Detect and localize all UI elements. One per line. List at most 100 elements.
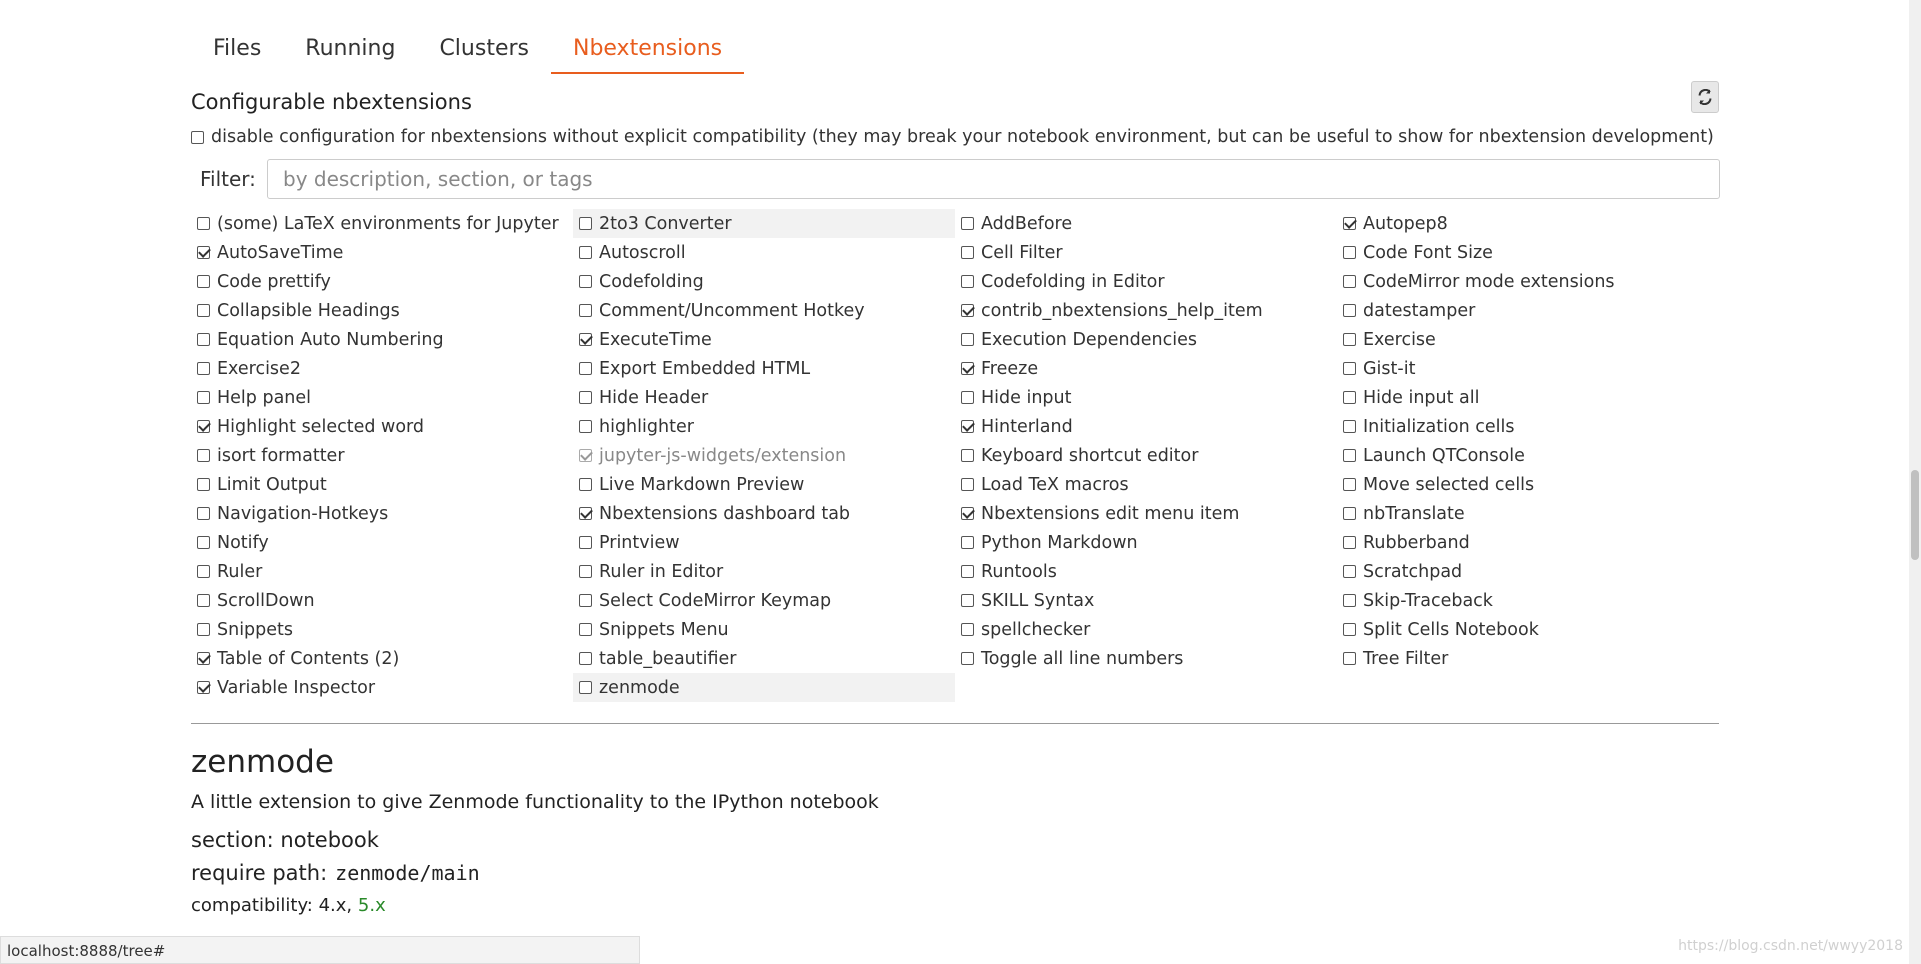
extension-label[interactable]: Freeze bbox=[981, 359, 1038, 379]
extension-item[interactable]: nbTranslate bbox=[1337, 499, 1721, 528]
extension-checkbox[interactable] bbox=[961, 623, 974, 636]
extension-checkbox[interactable] bbox=[197, 391, 210, 404]
extension-checkbox[interactable] bbox=[579, 217, 592, 230]
tab-files[interactable]: Files bbox=[191, 30, 283, 74]
extension-label[interactable]: Toggle all line numbers bbox=[981, 649, 1183, 669]
extension-label[interactable]: Rubberband bbox=[1363, 533, 1470, 553]
extension-label[interactable]: AutoSaveTime bbox=[217, 243, 343, 263]
extension-checkbox[interactable] bbox=[197, 304, 210, 317]
extension-checkbox[interactable] bbox=[197, 681, 210, 694]
extension-checkbox[interactable] bbox=[197, 507, 210, 520]
extension-checkbox[interactable] bbox=[197, 333, 210, 346]
extension-checkbox[interactable] bbox=[1343, 623, 1356, 636]
extension-checkbox[interactable] bbox=[579, 478, 592, 491]
extension-checkbox[interactable] bbox=[1343, 478, 1356, 491]
extension-label[interactable]: Ruler bbox=[217, 562, 262, 582]
extension-label[interactable]: SKILL Syntax bbox=[981, 591, 1094, 611]
extension-item[interactable]: table_beautifier bbox=[573, 644, 955, 673]
extension-item[interactable]: Python Markdown bbox=[955, 528, 1337, 557]
extension-item[interactable]: AutoSaveTime bbox=[191, 238, 573, 267]
extension-label[interactable]: Snippets Menu bbox=[599, 620, 729, 640]
extension-label[interactable]: Execution Dependencies bbox=[981, 330, 1197, 350]
tab-running[interactable]: Running bbox=[283, 30, 417, 74]
extension-checkbox[interactable] bbox=[579, 304, 592, 317]
extension-item[interactable]: Rubberband bbox=[1337, 528, 1721, 557]
extension-checkbox[interactable] bbox=[961, 275, 974, 288]
extension-checkbox[interactable] bbox=[1343, 304, 1356, 317]
extension-label[interactable]: Hide input bbox=[981, 388, 1071, 408]
extension-label[interactable]: Select CodeMirror Keymap bbox=[599, 591, 831, 611]
extension-item[interactable]: ScrollDown bbox=[191, 586, 573, 615]
extension-label[interactable]: Equation Auto Numbering bbox=[217, 330, 444, 350]
extension-item[interactable]: Hide input bbox=[955, 383, 1337, 412]
extension-checkbox[interactable] bbox=[1343, 652, 1356, 665]
extension-item[interactable]: contrib_nbextensions_help_item bbox=[955, 296, 1337, 325]
extension-checkbox[interactable] bbox=[197, 449, 210, 462]
extension-label[interactable]: table_beautifier bbox=[599, 649, 736, 669]
extension-item[interactable]: zenmode bbox=[573, 673, 955, 702]
extension-item[interactable]: Help panel bbox=[191, 383, 573, 412]
extension-item[interactable]: AddBefore bbox=[955, 209, 1337, 238]
extension-item[interactable]: Gist-it bbox=[1337, 354, 1721, 383]
extension-label[interactable]: Hide Header bbox=[599, 388, 708, 408]
extension-label[interactable]: Printview bbox=[599, 533, 680, 553]
extension-checkbox[interactable] bbox=[1343, 420, 1356, 433]
extension-checkbox[interactable] bbox=[1343, 362, 1356, 375]
extension-item[interactable]: Hide Header bbox=[573, 383, 955, 412]
extension-item[interactable]: Exercise bbox=[1337, 325, 1721, 354]
extension-checkbox[interactable] bbox=[579, 333, 592, 346]
extension-item[interactable]: Table of Contents (2) bbox=[191, 644, 573, 673]
extension-label[interactable]: Help panel bbox=[217, 388, 311, 408]
extension-item[interactable]: Highlight selected word bbox=[191, 412, 573, 441]
extension-label[interactable]: Navigation-Hotkeys bbox=[217, 504, 388, 524]
extension-label[interactable]: spellchecker bbox=[981, 620, 1090, 640]
extension-item[interactable]: Ruler bbox=[191, 557, 573, 586]
extension-checkbox[interactable] bbox=[579, 623, 592, 636]
tab-clusters[interactable]: Clusters bbox=[417, 30, 551, 74]
extension-item[interactable]: isort formatter bbox=[191, 441, 573, 470]
extension-label[interactable]: Launch QTConsole bbox=[1363, 446, 1525, 466]
extension-checkbox[interactable] bbox=[197, 420, 210, 433]
extension-item[interactable]: Toggle all line numbers bbox=[955, 644, 1337, 673]
extension-label[interactable]: contrib_nbextensions_help_item bbox=[981, 301, 1263, 321]
extension-checkbox[interactable] bbox=[197, 536, 210, 549]
extension-checkbox[interactable] bbox=[579, 391, 592, 404]
tab-nbextensions[interactable]: Nbextensions bbox=[550, 30, 745, 74]
extension-checkbox[interactable] bbox=[961, 217, 974, 230]
extension-item[interactable]: Skip-Traceback bbox=[1337, 586, 1721, 615]
extension-label[interactable]: Split Cells Notebook bbox=[1363, 620, 1539, 640]
extension-checkbox[interactable] bbox=[1343, 275, 1356, 288]
extension-item[interactable]: Limit Output bbox=[191, 470, 573, 499]
extension-label[interactable]: Highlight selected word bbox=[217, 417, 424, 437]
extension-label[interactable]: Gist-it bbox=[1363, 359, 1415, 379]
extension-item[interactable]: Keyboard shortcut editor bbox=[955, 441, 1337, 470]
extension-checkbox[interactable] bbox=[579, 565, 592, 578]
extension-item[interactable]: Initialization cells bbox=[1337, 412, 1721, 441]
extension-item[interactable]: Launch QTConsole bbox=[1337, 441, 1721, 470]
extension-label[interactable]: Live Markdown Preview bbox=[599, 475, 804, 495]
extension-label[interactable]: ExecuteTime bbox=[599, 330, 712, 350]
extension-checkbox[interactable] bbox=[197, 623, 210, 636]
extension-item[interactable]: Code prettify bbox=[191, 267, 573, 296]
extension-item[interactable]: CodeMirror mode extensions bbox=[1337, 267, 1721, 296]
extension-checkbox[interactable] bbox=[961, 246, 974, 259]
extension-item[interactable]: Snippets bbox=[191, 615, 573, 644]
extension-label[interactable]: Cell Filter bbox=[981, 243, 1063, 263]
extension-label[interactable]: Python Markdown bbox=[981, 533, 1138, 553]
extension-item[interactable]: Ruler in Editor bbox=[573, 557, 955, 586]
scrollbar[interactable] bbox=[1909, 0, 1921, 964]
extension-checkbox[interactable] bbox=[1343, 333, 1356, 346]
extension-label[interactable]: (some) LaTeX environments for Jupyter bbox=[217, 214, 559, 234]
extension-checkbox[interactable] bbox=[1343, 536, 1356, 549]
extension-item[interactable]: 2to3 Converter bbox=[573, 209, 955, 238]
extension-label[interactable]: AddBefore bbox=[981, 214, 1072, 234]
extension-item[interactable]: Codefolding bbox=[573, 267, 955, 296]
extension-checkbox[interactable] bbox=[961, 478, 974, 491]
extension-label[interactable]: datestamper bbox=[1363, 301, 1475, 321]
extension-checkbox[interactable] bbox=[197, 478, 210, 491]
extension-item[interactable]: Nbextensions dashboard tab bbox=[573, 499, 955, 528]
extension-item[interactable]: Notify bbox=[191, 528, 573, 557]
extension-item[interactable]: (some) LaTeX environments for Jupyter bbox=[191, 209, 573, 238]
extension-label[interactable]: Exercise bbox=[1363, 330, 1436, 350]
extension-item[interactable]: Export Embedded HTML bbox=[573, 354, 955, 383]
